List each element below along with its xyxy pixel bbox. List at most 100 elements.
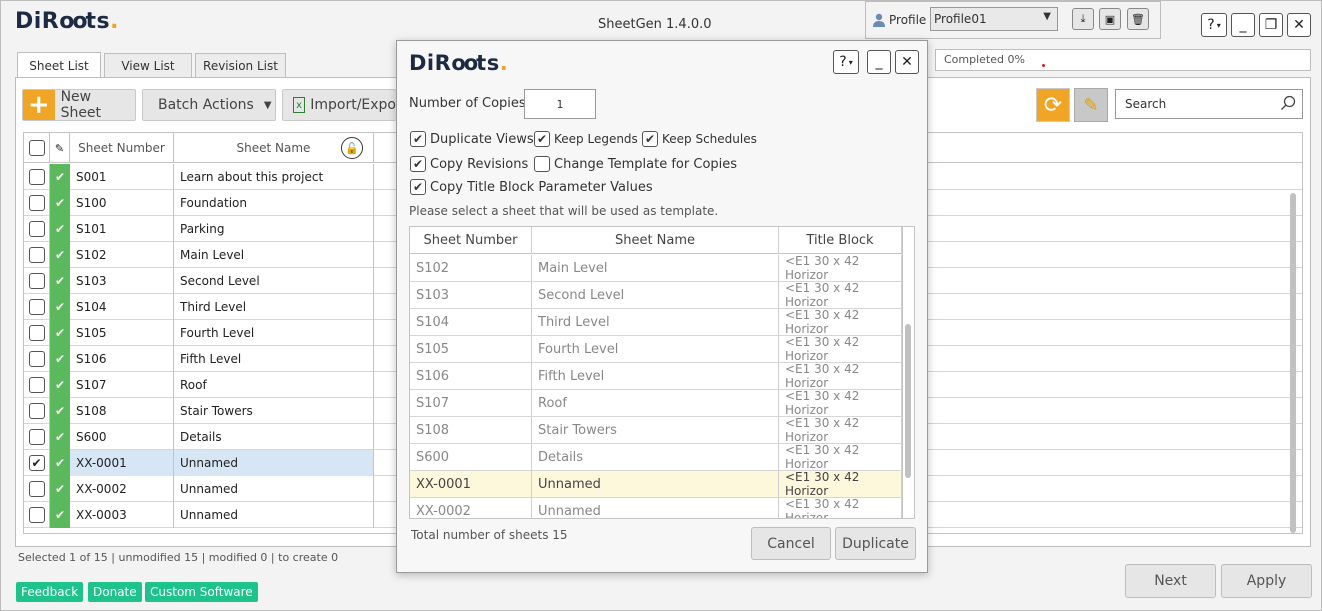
sheet-name-cell[interactable]: Parking <box>174 216 374 242</box>
sheet-name-cell[interactable]: Main Level <box>174 242 374 268</box>
row-checkbox[interactable] <box>28 507 45 523</box>
row-checkbox[interactable] <box>28 351 45 367</box>
help-button[interactable]: ? ▾ <box>1201 13 1227 37</box>
checkbox[interactable]: ✔ <box>534 131 550 147</box>
template-row[interactable]: S107 Roof <E1 30 x 42 Horizor <box>410 389 902 417</box>
col-sheet-number[interactable]: Sheet Number <box>410 227 532 253</box>
sheet-name-cell[interactable]: Foundation <box>174 190 374 216</box>
grid-scrollbar[interactable] <box>1290 193 1296 533</box>
keep-schedules-option[interactable]: ✔ Keep Schedules <box>642 131 757 147</box>
delete-profile-button[interactable]: 🗑 <box>1127 8 1149 30</box>
change-template-option[interactable]: Change Template for Copies <box>534 156 737 172</box>
cancel-button[interactable]: Cancel <box>751 527 831 560</box>
close-button[interactable]: ✕ <box>1287 13 1311 37</box>
row-checkbox[interactable] <box>28 169 45 185</box>
refresh-button[interactable]: ⟳ <box>1036 88 1070 122</box>
custom-software-button[interactable]: Custom Software <box>145 582 258 602</box>
sheet-name-cell[interactable]: Unnamed <box>174 502 374 528</box>
lock-icon[interactable]: 🔓 <box>341 137 363 159</box>
template-row[interactable]: S102 Main Level <E1 30 x 42 Horizor <box>410 254 902 282</box>
sheet-number-cell[interactable]: XX-0001 <box>70 450 174 476</box>
sheet-name-cell[interactable]: Unnamed <box>174 450 374 476</box>
search-input[interactable]: Search <box>1115 89 1303 119</box>
row-checkbox[interactable] <box>28 221 45 237</box>
template-row[interactable]: S106 Fifth Level <E1 30 x 42 Horizor <box>410 362 902 390</box>
sheet-name-cell[interactable]: Details <box>174 424 374 450</box>
apply-button[interactable]: Apply <box>1221 564 1312 598</box>
row-checkbox[interactable] <box>28 247 45 263</box>
template-grid-scrollbar[interactable] <box>905 324 911 478</box>
duplicate-views-option[interactable]: ✔ Duplicate Views <box>410 131 534 147</box>
restore-button[interactable]: ❐ <box>1259 13 1283 37</box>
sheet-number-cell[interactable]: XX-0002 <box>70 476 174 502</box>
sheet-number-cell[interactable]: S108 <box>70 398 174 424</box>
sheet-name-cell[interactable]: Unnamed <box>174 476 374 502</box>
sheet-name-cell[interactable]: Roof <box>174 372 374 398</box>
sheet-number-cell[interactable]: S101 <box>70 216 174 242</box>
row-checkbox[interactable] <box>28 299 45 315</box>
select-all-checkbox[interactable] <box>28 140 45 156</box>
sheet-number-cell[interactable]: S102 <box>70 242 174 268</box>
copies-input[interactable]: 1 <box>524 89 596 119</box>
sheet-number-cell[interactable]: S105 <box>70 320 174 346</box>
sheet-number-cell[interactable]: S107 <box>70 372 174 398</box>
keep-legends-option[interactable]: ✔ Keep Legends <box>534 131 638 147</box>
minimize-button[interactable]: _ <box>1231 13 1255 37</box>
feedback-button[interactable]: Feedback <box>16 582 84 602</box>
sheet-name-cell[interactable]: Fourth Level <box>174 320 374 346</box>
new-sheet-button[interactable]: + New Sheet <box>22 89 136 121</box>
row-checkbox[interactable] <box>28 429 45 445</box>
template-row[interactable]: XX-0002 Unnamed <E1 30 x 42 Horizor <box>410 497 902 518</box>
sheet-name-cell[interactable]: Stair Towers <box>174 398 374 424</box>
sheet-number-cell[interactable]: S100 <box>70 190 174 216</box>
tab-revision-list[interactable]: Revision List <box>195 53 286 77</box>
copy-title-block-option[interactable]: ✔ Copy Title Block Parameter Values <box>410 179 653 195</box>
sheet-name-cell[interactable]: Second Level <box>174 268 374 294</box>
col-sheet-name[interactable]: Sheet Name 🔓 <box>174 133 374 163</box>
donate-button[interactable]: Donate <box>88 582 142 602</box>
row-checkbox[interactable] <box>28 481 45 497</box>
checkbox[interactable]: ✔ <box>410 179 426 195</box>
sheet-number-cell[interactable]: XX-0003 <box>70 502 174 528</box>
profile-select[interactable]: Profile01 ▼ <box>930 7 1058 31</box>
sheet-number-cell[interactable]: S600 <box>70 424 174 450</box>
tab-view-list[interactable]: View List <box>104 53 192 77</box>
col-sheet-name[interactable]: Sheet Name <box>532 227 779 253</box>
clear-button[interactable]: ✎ <box>1074 88 1108 122</box>
header-select-all[interactable] <box>24 133 50 163</box>
row-checkbox[interactable] <box>28 325 45 341</box>
sheet-number-cell[interactable]: S001 <box>70 164 174 190</box>
tab-sheet-list[interactable]: Sheet List <box>17 52 101 78</box>
checkbox[interactable]: ✔ <box>410 156 426 172</box>
checkbox[interactable]: ✔ <box>410 131 426 147</box>
row-checkbox[interactable] <box>28 195 45 211</box>
col-sheet-number[interactable]: Sheet Number <box>70 133 174 163</box>
dialog-close-button[interactable]: ✕ <box>895 50 919 74</box>
duplicate-button[interactable]: Duplicate <box>835 527 916 560</box>
template-row[interactable]: S104 Third Level <E1 30 x 42 Horizor <box>410 308 902 336</box>
sheet-number-cell[interactable]: S103 <box>70 268 174 294</box>
sheet-name-cell[interactable]: Learn about this project <box>174 164 374 190</box>
template-row[interactable]: XX-0001 Unnamed <E1 30 x 42 Horizor <box>410 470 902 498</box>
sheet-number-cell[interactable]: S106 <box>70 346 174 372</box>
sheet-name-cell[interactable]: Fifth Level <box>174 346 374 372</box>
download-profile-button[interactable]: ⤓ <box>1072 8 1094 30</box>
row-checkbox[interactable]: ✔ <box>28 455 45 471</box>
dialog-help-button[interactable]: ? ▾ <box>833 50 859 74</box>
batch-actions-button[interactable]: Batch Actions ▼ <box>142 89 276 121</box>
sheet-number-cell[interactable]: S104 <box>70 294 174 320</box>
import-export-button[interactable]: x Import/Expo <box>282 89 396 121</box>
next-button[interactable]: Next <box>1125 564 1216 598</box>
dialog-minimize-button[interactable]: _ <box>867 50 891 74</box>
checkbox[interactable] <box>534 156 550 172</box>
template-row[interactable]: S105 Fourth Level <E1 30 x 42 Horizor <box>410 335 902 363</box>
template-row[interactable]: S108 Stair Towers <E1 30 x 42 Horizor <box>410 416 902 444</box>
sheet-name-cell[interactable]: Third Level <box>174 294 374 320</box>
row-checkbox[interactable] <box>28 403 45 419</box>
save-profile-button[interactable]: ▣ <box>1099 8 1121 30</box>
row-checkbox[interactable] <box>28 273 45 289</box>
row-checkbox[interactable] <box>28 377 45 393</box>
template-row[interactable]: S103 Second Level <E1 30 x 42 Horizor <box>410 281 902 309</box>
template-row[interactable]: S600 Details <E1 30 x 42 Horizor <box>410 443 902 471</box>
checkbox[interactable]: ✔ <box>642 131 658 147</box>
